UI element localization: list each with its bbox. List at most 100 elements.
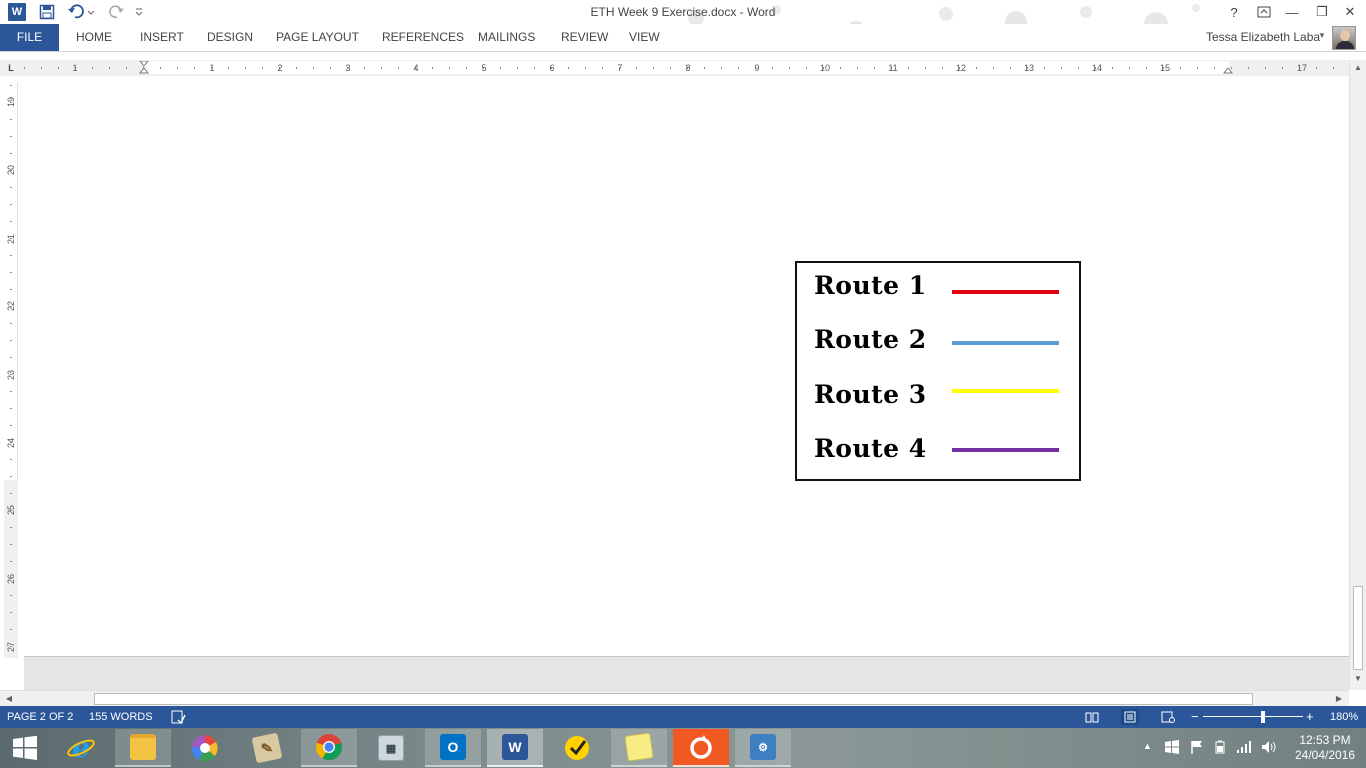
horizontal-scroll-thumb[interactable] [94,693,1253,705]
route-2-label: Route 2 [814,325,927,354]
zoom-out-button[interactable]: − [1191,709,1199,724]
tab-selector[interactable]: L [5,62,17,74]
zoom-slider[interactable] [1203,716,1303,717]
scroll-right-icon[interactable]: ▶ [1332,692,1346,706]
print-layout-icon[interactable] [1121,709,1139,725]
horizontal-scrollbar[interactable]: ◀ ▶ [0,690,1349,706]
windows-update-icon[interactable] [1165,740,1179,757]
help-button[interactable]: ? [1220,0,1248,24]
horizontal-ruler-bar: L 1 1 2 3 4 5 6 7 8 9 10 11 12 13 14 15 17 [0,60,1366,76]
file-explorer-icon[interactable] [115,729,171,767]
clock-time: 12:53 PM [1299,733,1351,747]
show-hidden-icons-icon[interactable]: ▲ [1143,741,1152,751]
action-center-flag-icon[interactable] [1190,740,1204,757]
internet-explorer-icon[interactable]: e [53,729,109,767]
minimize-button[interactable]: — [1278,0,1306,24]
scratch-icon[interactable]: ✎ [239,729,295,767]
user-name[interactable]: Tessa Elizabeth Laba [1206,30,1320,44]
ruler-label: 17 [1297,63,1307,73]
ruler-label: 14 [1092,63,1102,73]
word-taskbar-icon[interactable]: W [487,729,543,767]
document-page[interactable]: Route 1 Route 2 Route 3 Route 4 [24,76,1349,657]
route-3-label: Route 3 [814,380,927,409]
tab-review[interactable]: REVIEW [559,24,610,51]
route-2-line [952,341,1059,345]
zoom-slider-thumb[interactable] [1261,711,1265,723]
zoom-in-button[interactable]: + [1306,709,1314,724]
tab-references[interactable]: REFERENCES [380,24,466,51]
word-count[interactable]: 155 WORDS [89,711,153,723]
ruler-label: 15 [1160,63,1170,73]
route-4-line [952,448,1059,452]
control-panel-icon[interactable]: ⚙ [735,729,791,767]
restore-button[interactable]: ❐ [1308,0,1336,24]
ruler-label: 10 [820,63,830,73]
chrome-icon[interactable] [301,729,357,767]
outlook-icon[interactable]: O [425,729,481,767]
battery-icon[interactable] [1213,740,1227,757]
tab-page-layout[interactable]: PAGE LAYOUT [274,24,361,51]
volume-icon[interactable] [1261,740,1277,757]
ruler-label: 12 [956,63,966,73]
sticky-notes-icon[interactable] [611,729,667,767]
vertical-ruler[interactable]: 19 20 21 22 23 24 25 26 27 [4,82,18,658]
ruler-label: 5 [481,63,486,73]
page-count[interactable]: PAGE 2 OF 2 [7,711,73,723]
tab-design[interactable]: DESIGN [205,24,255,51]
ruler-label: 19 [6,97,16,107]
ruler-label: 20 [6,165,16,175]
avatar[interactable] [1332,26,1356,50]
tab-insert[interactable]: INSERT [138,24,186,51]
taskbar-clock[interactable]: 12:53 PM 24/04/2016 [1290,733,1360,763]
proofing-icon[interactable] [170,709,186,728]
route-legend[interactable]: Route 1 Route 2 Route 3 Route 4 [795,261,1081,481]
ruler-right-margin [1229,61,1349,74]
vertical-scrollbar[interactable]: ▲ ▼ [1349,60,1366,690]
scroll-up-icon[interactable]: ▲ [1352,61,1364,75]
ruler-label: 7 [617,63,622,73]
route-1-label: Route 1 [814,271,927,300]
clock-date: 24/04/2016 [1294,748,1356,762]
vertical-scroll-thumb[interactable] [1353,586,1363,670]
picasa-icon[interactable] [177,729,233,767]
calculator-icon[interactable]: ▦ [363,729,419,767]
tab-view[interactable]: VIEW [627,24,662,51]
horizontal-ruler[interactable]: 1 1 2 3 4 5 6 7 8 9 10 11 12 13 14 15 17 [24,61,1349,74]
ruler-label: 13 [1024,63,1034,73]
close-button[interactable]: ✕ [1336,0,1364,24]
tab-file[interactable]: FILE [0,24,59,51]
origin-icon[interactable] [673,729,729,767]
ruler-label: 9 [754,63,759,73]
svg-text:e: e [72,733,90,763]
chevron-down-icon[interactable]: ▼ [1318,31,1326,40]
start-button[interactable] [0,729,50,767]
ribbon-tabs: FILE HOME INSERT DESIGN PAGE LAYOUT REFE… [0,24,1366,52]
ruler-label: 8 [685,63,690,73]
ruler-label: 2 [277,63,282,73]
ruler-label: 26 [6,574,16,584]
scroll-down-icon[interactable]: ▼ [1352,672,1364,686]
network-signal-icon[interactable] [1236,740,1252,757]
ruler-label: 11 [888,63,897,73]
read-mode-icon[interactable] [1083,709,1101,725]
document-workspace: Route 1 Route 2 Route 3 Route 4 [24,76,1349,690]
route-4-label: Route 4 [814,434,927,463]
ribbon-display-options-icon[interactable] [1250,0,1278,24]
ruler-label: 3 [345,63,350,73]
tab-mailings[interactable]: MAILINGS [476,24,537,51]
norton-icon[interactable] [549,729,605,767]
scroll-left-icon[interactable]: ◀ [2,692,16,706]
ruler-label: 25 [6,505,16,515]
window-title: ETH Week 9 Exercise.docx - Word [590,5,776,19]
ruler-label: 1 [72,63,77,73]
ruler-label: 6 [549,63,554,73]
ruler-label: 23 [6,370,16,380]
ruler-label: 24 [6,438,16,448]
ruler-label: 21 [6,234,16,244]
tab-home[interactable]: HOME [74,24,114,51]
route-1-line [952,290,1059,294]
web-layout-icon[interactable] [1159,709,1177,725]
zoom-level[interactable]: 180% [1330,711,1358,723]
ruler-label: 22 [6,301,16,311]
ruler-label: 1 [209,63,214,73]
